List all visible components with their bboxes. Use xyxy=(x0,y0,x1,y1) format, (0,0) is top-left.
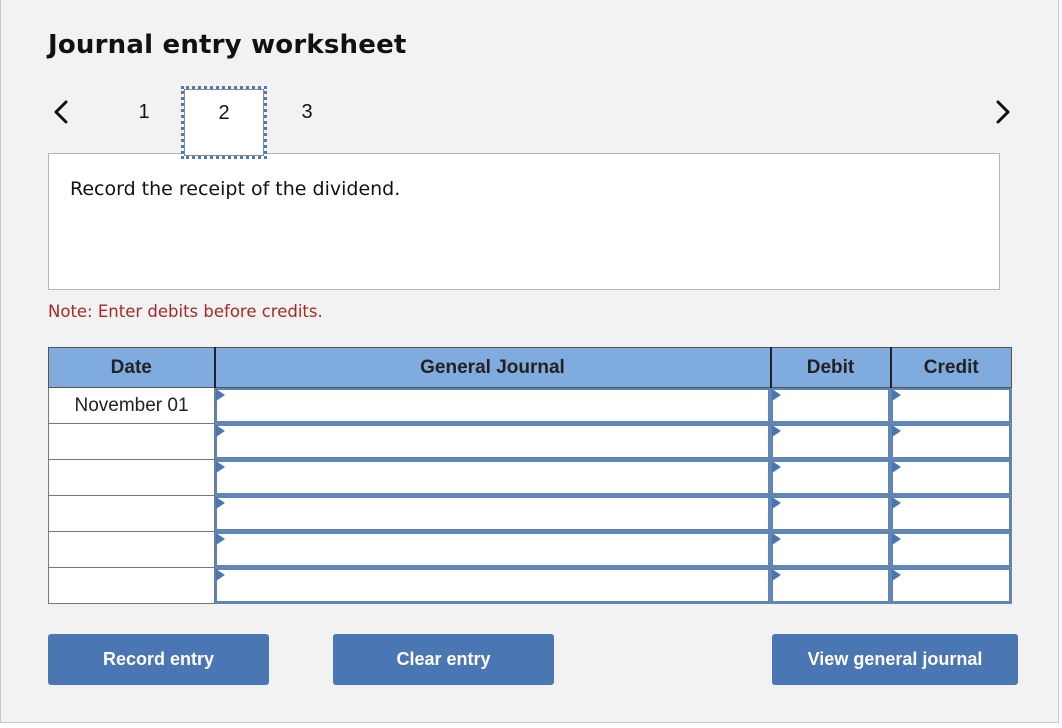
credit-cell xyxy=(890,387,1012,424)
debit-input[interactable] xyxy=(773,570,888,601)
credit-cell xyxy=(890,531,1012,568)
tab-1[interactable]: 1 xyxy=(104,89,184,155)
record-entry-button[interactable]: Record entry xyxy=(48,634,269,685)
debit-input[interactable] xyxy=(773,534,888,565)
debit-input[interactable] xyxy=(773,426,888,457)
journal-entry-worksheet-panel: Journal entry worksheet 1 2 3 Record the… xyxy=(0,0,1059,723)
date-cell xyxy=(48,567,215,604)
credit-input[interactable] xyxy=(893,390,1009,421)
account-input[interactable] xyxy=(217,498,768,529)
credit-input[interactable] xyxy=(893,570,1009,601)
credit-input[interactable] xyxy=(893,534,1009,565)
clear-entry-button[interactable]: Clear entry xyxy=(333,634,554,685)
view-general-journal-button[interactable]: View general journal xyxy=(772,634,1018,685)
column-header-debit: Debit xyxy=(769,347,891,388)
note-text: Note: Enter debits before credits. xyxy=(48,302,323,321)
journal-table: Date General Journal Debit Credit Novemb… xyxy=(48,347,1012,604)
credit-cell xyxy=(890,423,1012,460)
tab-3[interactable]: 3 xyxy=(267,89,347,155)
date-cell xyxy=(48,495,215,532)
table-row xyxy=(48,423,1012,460)
account-input[interactable] xyxy=(217,534,768,565)
debit-cell xyxy=(770,531,891,568)
account-input[interactable] xyxy=(217,462,768,493)
credit-cell xyxy=(890,459,1012,496)
account-input[interactable] xyxy=(217,570,768,601)
credit-cell xyxy=(890,495,1012,532)
table-row xyxy=(48,567,1012,604)
previous-button[interactable] xyxy=(49,97,73,127)
column-header-date: Date xyxy=(48,347,215,388)
instruction-text: Record the receipt of the dividend. xyxy=(70,178,401,200)
debit-input[interactable] xyxy=(773,462,888,493)
credit-input[interactable] xyxy=(893,498,1009,529)
account-cell xyxy=(214,567,771,604)
date-cell xyxy=(48,423,215,460)
table-row xyxy=(48,495,1012,532)
account-cell xyxy=(214,531,771,568)
account-cell xyxy=(214,495,771,532)
table-row xyxy=(48,459,1012,496)
debit-cell xyxy=(770,387,891,424)
debit-input[interactable] xyxy=(773,390,888,421)
debit-cell xyxy=(770,459,891,496)
debit-cell xyxy=(770,423,891,460)
table-header-row: Date General Journal Debit Credit xyxy=(48,347,1012,388)
chevron-left-icon xyxy=(54,100,68,124)
date-cell: November 01 xyxy=(48,387,215,424)
account-cell xyxy=(214,459,771,496)
column-header-credit: Credit xyxy=(889,347,1012,388)
debit-cell xyxy=(770,567,891,604)
tab-2-active[interactable]: 2 xyxy=(181,86,267,159)
debit-cell xyxy=(770,495,891,532)
debit-input[interactable] xyxy=(773,498,888,529)
page-title: Journal entry worksheet xyxy=(48,30,407,60)
credit-input[interactable] xyxy=(893,426,1009,457)
date-cell xyxy=(48,531,215,568)
account-cell xyxy=(214,423,771,460)
date-cell xyxy=(48,459,215,496)
table-row xyxy=(48,531,1012,568)
table-row: November 01 xyxy=(48,387,1012,424)
instruction-box: Record the receipt of the dividend. xyxy=(48,153,1000,290)
chevron-right-icon xyxy=(996,100,1010,124)
credit-cell xyxy=(890,567,1012,604)
account-cell xyxy=(214,387,771,424)
account-input[interactable] xyxy=(217,426,768,457)
credit-input[interactable] xyxy=(893,462,1009,493)
next-button[interactable] xyxy=(991,97,1015,127)
column-header-general-journal: General Journal xyxy=(213,347,771,388)
account-input[interactable] xyxy=(217,390,768,421)
